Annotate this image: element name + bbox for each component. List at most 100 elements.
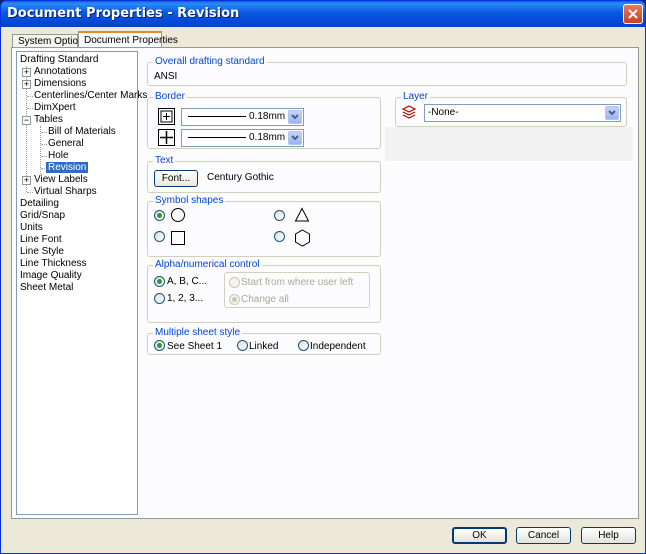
tree-item-sheet-metal[interactable]: Sheet Metal <box>20 282 73 294</box>
tree-item-revision[interactable]: Revision <box>46 162 89 174</box>
font-name: Century Gothic <box>207 172 274 183</box>
tree-item-label: Drafting Standard <box>20 54 99 65</box>
chevron-down-icon[interactable] <box>605 106 619 120</box>
border-inner-thickness-select[interactable]: 0.18mm <box>181 129 304 147</box>
ok-button[interactable]: OK <box>452 527 507 544</box>
chevron-down-icon[interactable] <box>288 110 302 124</box>
chevron-down-icon[interactable] <box>288 131 302 145</box>
group-label: Multiple sheet style <box>153 327 243 338</box>
tree-item-label: Units <box>20 222 43 233</box>
tree-item-line-thickness[interactable]: Line Thickness <box>20 258 87 270</box>
tree-item-label: Annotations <box>34 66 87 77</box>
tree-item-hole[interactable]: Hole <box>48 150 69 162</box>
tree-item-bill-of-materials[interactable]: Bill of Materials <box>48 126 116 138</box>
group-label: Layer <box>401 91 431 102</box>
tree-guide <box>27 96 33 97</box>
tree-item-view-labels[interactable]: View Labels <box>34 174 88 186</box>
group-label: Alpha/numerical control <box>153 259 262 270</box>
tree-item-dimxpert[interactable]: DimXpert <box>34 102 76 114</box>
expand-plus-icon[interactable]: + <box>22 176 31 185</box>
tree-item-label: Tables <box>34 114 63 125</box>
font-button-label: Font... <box>161 173 191 184</box>
tree-item-label: Image Quality <box>20 270 82 281</box>
panel-shade <box>385 127 633 161</box>
symbol-triangle-radio[interactable] <box>274 210 285 221</box>
expand-plus-icon[interactable]: + <box>22 80 31 89</box>
line-sample <box>188 137 246 138</box>
border-thickness-select[interactable]: 0.18mm <box>181 108 304 126</box>
tree-item-line-font[interactable]: Line Font <box>20 234 62 246</box>
tree-item-line-style[interactable]: Line Style <box>20 246 64 258</box>
options-tree[interactable]: Drafting Standard + Annotations + Dimens… <box>16 51 147 515</box>
font-button[interactable]: Font... <box>154 170 198 187</box>
help-button[interactable]: Help <box>581 527 636 544</box>
title-bar[interactable]: Document Properties - Revision <box>1 1 645 27</box>
see-sheet1-label: See Sheet 1 <box>167 341 223 352</box>
independent-radio[interactable] <box>298 340 309 351</box>
collapse-minus-icon[interactable]: − <box>22 116 31 125</box>
group-label: Symbol shapes <box>153 195 226 206</box>
tree-item-label: Centerlines/Center Marks <box>34 90 148 101</box>
group-label: Text <box>153 155 176 166</box>
expand-plus-icon[interactable]: + <box>22 68 31 77</box>
tree-item-centerlines[interactable]: Centerlines/Center Marks <box>34 90 147 102</box>
tree-item-label: Virtual Sharps <box>34 186 97 197</box>
tree-guide <box>27 192 33 193</box>
change-all-label: Change all <box>241 294 289 305</box>
independent-label: Independent <box>310 341 366 352</box>
tree-item-detailing[interactable]: Detailing <box>20 198 59 210</box>
tree-item-drafting-standard[interactable]: Drafting Standard <box>20 54 98 66</box>
alpha-123-radio[interactable] <box>154 293 165 304</box>
tree-item-units[interactable]: Units <box>20 222 43 234</box>
alpha-123-label: 1, 2, 3... <box>167 293 204 304</box>
close-button[interactable] <box>623 4 643 24</box>
tree-item-general[interactable]: General <box>48 138 84 150</box>
border-grid-icon <box>158 129 175 146</box>
linked-radio[interactable] <box>237 340 248 351</box>
layer-select[interactable]: -None- <box>424 104 621 122</box>
start-from-user-left-label: Start from where user left <box>241 277 354 288</box>
tree-item-grid-snap[interactable]: Grid/Snap <box>20 210 65 222</box>
help-button-label: Help <box>598 530 619 541</box>
tree-item-label: Line Style <box>20 246 64 257</box>
tree-item-label: Sheet Metal <box>20 282 74 293</box>
tree-item-label: Line Thickness <box>20 258 87 269</box>
tree-item-image-quality[interactable]: Image Quality <box>20 270 82 282</box>
tree-item-label: Bill of Materials <box>48 126 116 137</box>
cancel-button[interactable]: Cancel <box>516 527 571 544</box>
see-sheet1-radio[interactable] <box>154 340 165 351</box>
layers-icon <box>401 105 417 119</box>
tree-item-label: DimXpert <box>34 102 76 113</box>
tree-guide <box>40 126 41 174</box>
alpha-abc-label: A, B, C... <box>167 276 208 287</box>
linked-label: Linked <box>249 341 279 352</box>
tree-item-label: Line Font <box>20 234 62 245</box>
hexagon-shape-icon <box>295 229 310 247</box>
alpha-abc-radio[interactable] <box>154 276 165 287</box>
tree-item-dimensions[interactable]: Dimensions <box>34 78 86 90</box>
tree-item-label: General <box>48 138 84 149</box>
symbol-square-radio[interactable] <box>154 231 165 242</box>
window-title: Document Properties - Revision <box>7 6 240 21</box>
change-all-radio[interactable] <box>229 294 240 305</box>
tree-guide <box>27 108 33 109</box>
overall-standard-group: Overall drafting standard ANSI <box>147 56 627 86</box>
tree-item-label: View Labels <box>34 174 88 185</box>
layer-value: -None- <box>428 107 459 118</box>
tab-label: Document Properties <box>84 35 178 46</box>
symbol-circle-radio[interactable] <box>154 210 165 221</box>
ok-button-label: OK <box>472 530 487 541</box>
tree-item-tables[interactable]: Tables <box>34 114 63 126</box>
tree-guide <box>41 132 47 133</box>
group-label: Border <box>153 91 188 102</box>
start-from-user-left-radio[interactable] <box>229 277 240 288</box>
border-box-icon <box>158 108 175 125</box>
tree-item-virtual-sharps[interactable]: Virtual Sharps <box>34 186 97 198</box>
circle-shape-icon <box>171 208 185 222</box>
tree-guide <box>41 144 47 145</box>
tree-item-annotations[interactable]: Annotations <box>34 66 87 78</box>
triangle-shape-icon <box>294 207 310 222</box>
close-icon <box>628 9 638 19</box>
tree-item-label: Hole <box>48 150 69 161</box>
symbol-hexagon-radio[interactable] <box>274 231 285 242</box>
